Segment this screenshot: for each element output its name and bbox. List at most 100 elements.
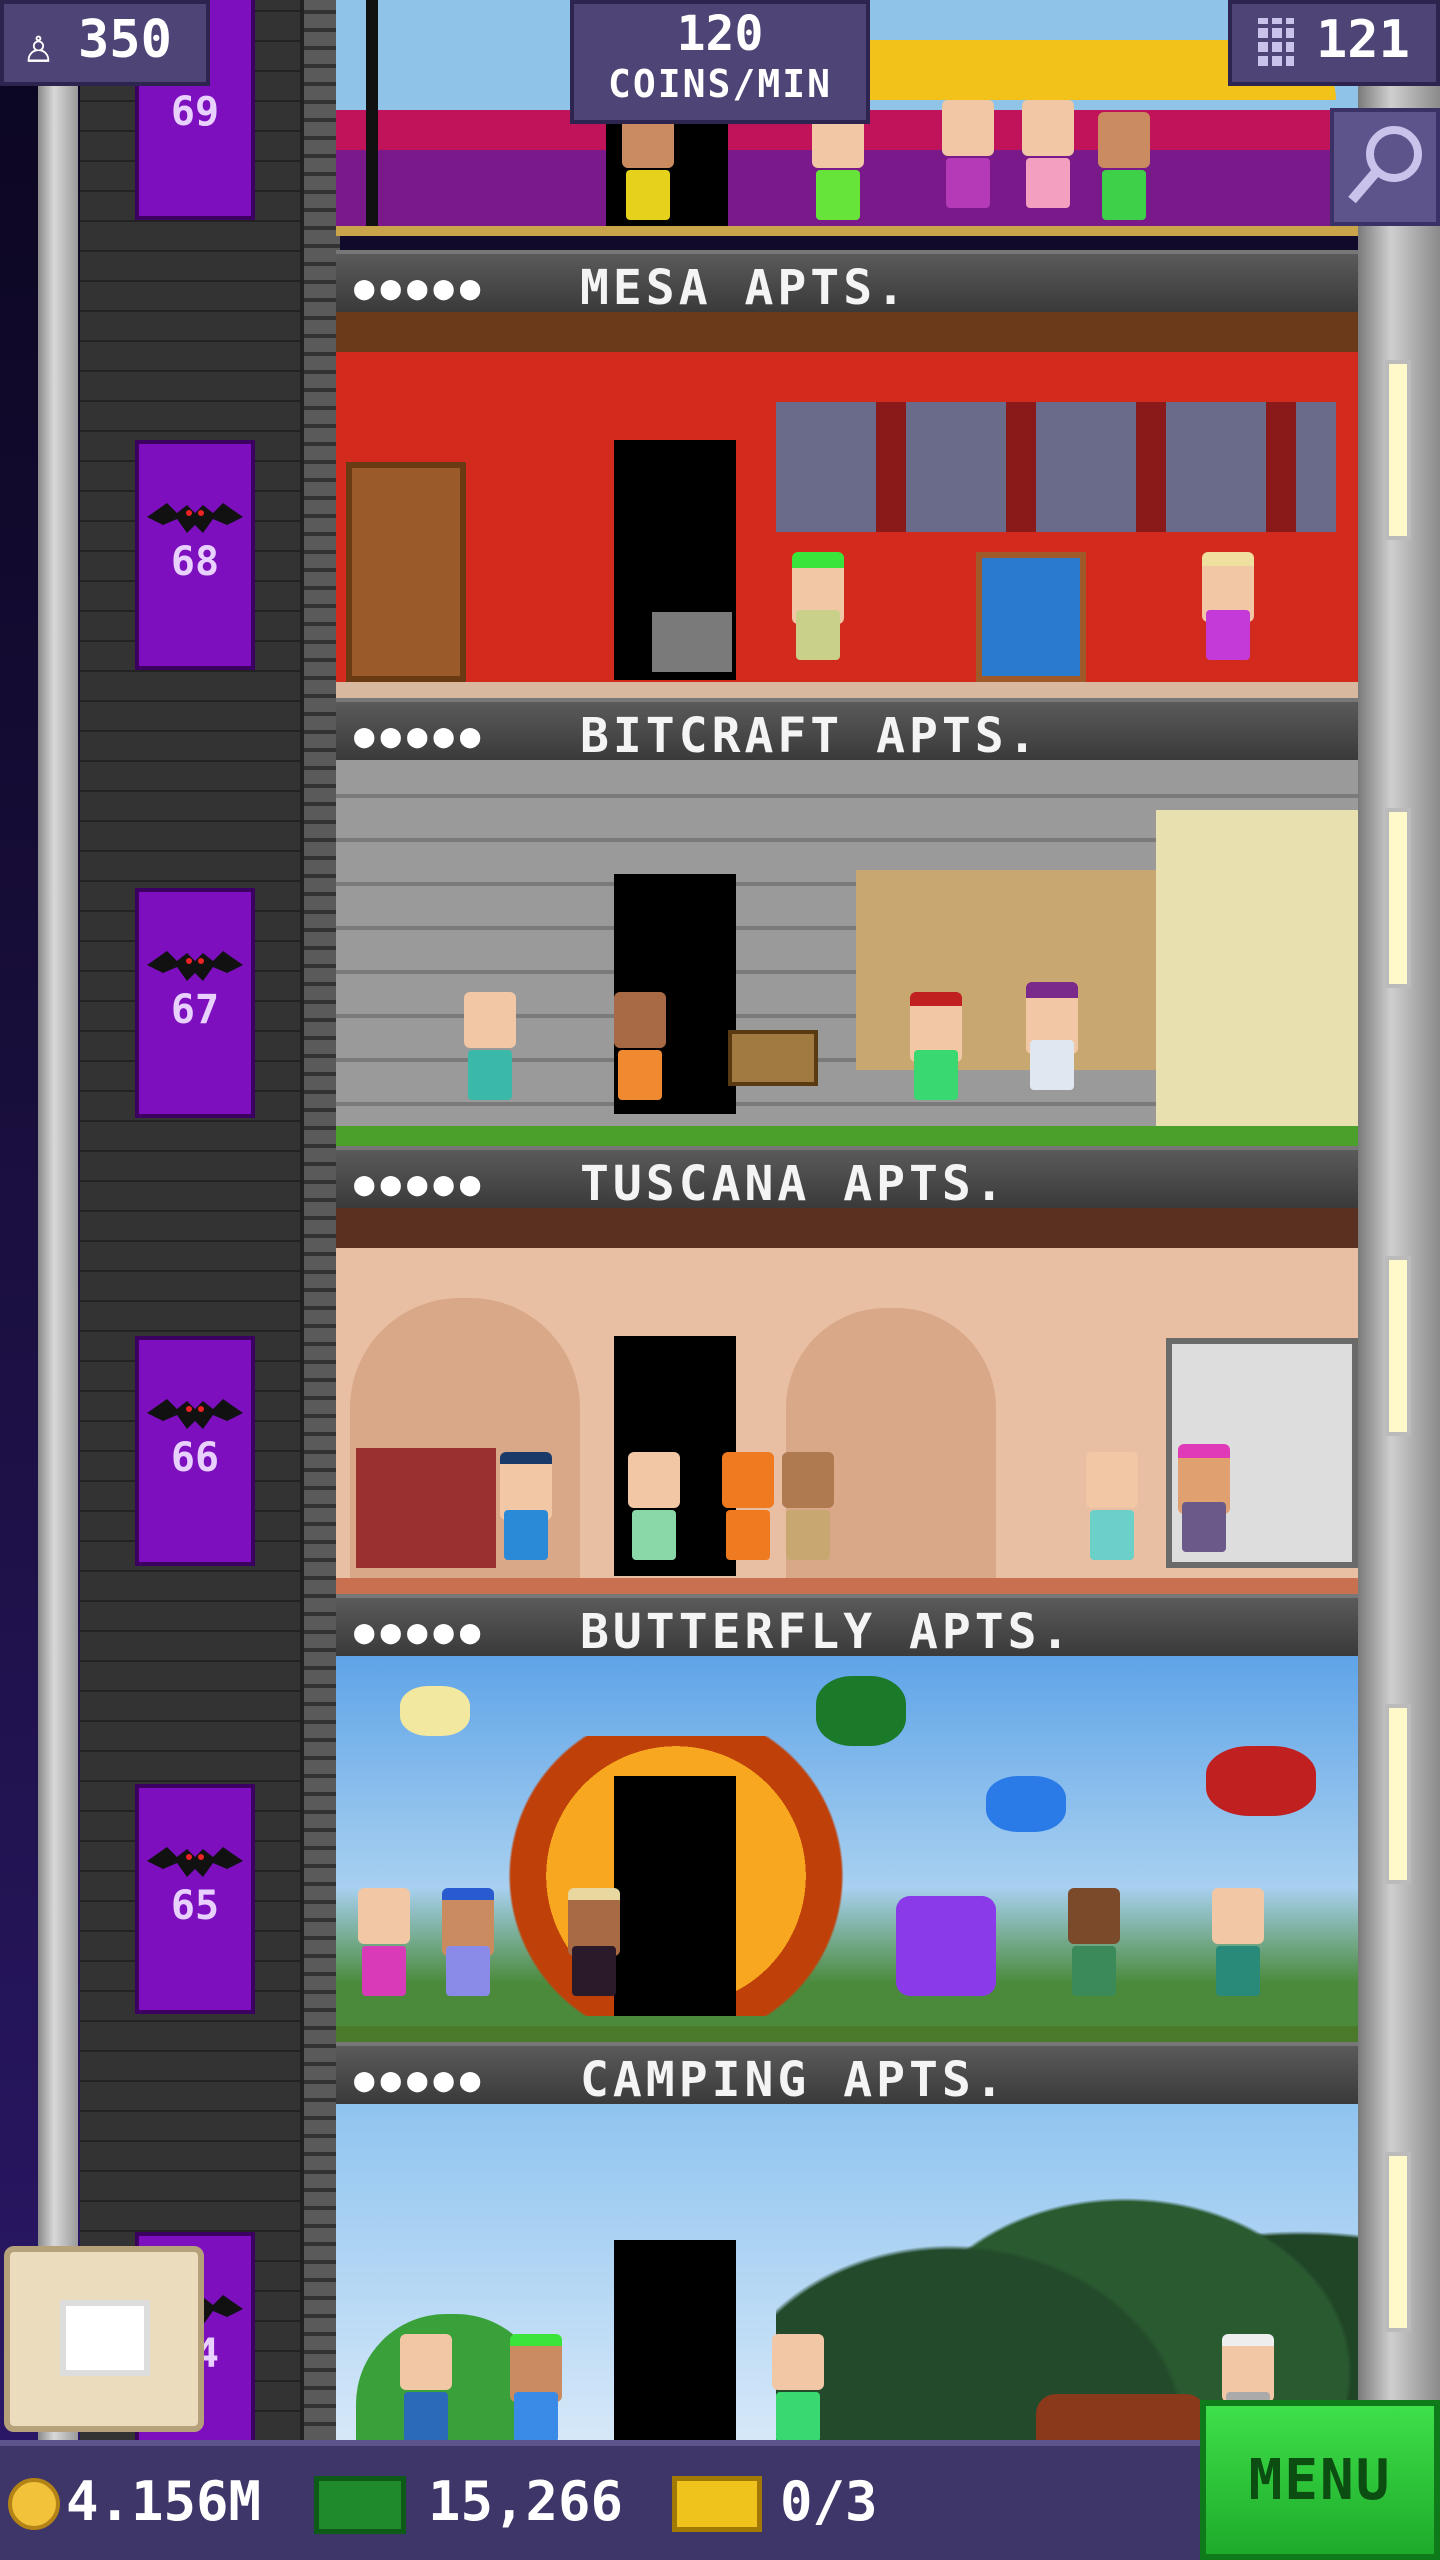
floor-trim bbox=[336, 226, 1358, 236]
wall-light bbox=[1385, 1256, 1411, 1436]
floor-bitcraft[interactable] bbox=[336, 760, 1358, 1146]
resident[interactable] bbox=[608, 992, 672, 1116]
butterfly-icon bbox=[1206, 1746, 1316, 1816]
grass-floor bbox=[336, 1126, 1358, 1146]
resident[interactable] bbox=[806, 112, 870, 236]
elevator-floor-number: 66 bbox=[170, 1435, 220, 1481]
tickets-counter[interactable]: 0/3 bbox=[780, 2470, 878, 2533]
floor-door[interactable] bbox=[614, 1776, 736, 2016]
resident[interactable] bbox=[1020, 982, 1084, 1106]
resident[interactable] bbox=[1062, 1888, 1126, 2012]
floor-trim bbox=[336, 2026, 1358, 2042]
elevator-shaft[interactable] bbox=[80, 0, 305, 2440]
floor-door[interactable] bbox=[614, 2240, 736, 2440]
floor-camping[interactable] bbox=[336, 2104, 1358, 2440]
person-icon: ♙ bbox=[24, 18, 53, 74]
cat bbox=[652, 612, 732, 672]
population-value: 350 bbox=[78, 10, 172, 70]
population-counter[interactable]: ♙ 350 bbox=[0, 0, 210, 86]
resident[interactable] bbox=[776, 1452, 840, 1576]
resident[interactable] bbox=[1080, 1452, 1144, 1576]
coins-rate-value: 120 bbox=[676, 6, 764, 62]
resident[interactable] bbox=[716, 1452, 780, 1576]
crate-icon bbox=[60, 2300, 150, 2376]
windows bbox=[776, 402, 1336, 532]
bux-icon bbox=[314, 2476, 406, 2534]
resident[interactable] bbox=[1172, 1444, 1236, 1568]
floor-name: TUSCANA APTS. bbox=[580, 1156, 1008, 1212]
left-rail bbox=[38, 0, 78, 2440]
floor-label-mesa[interactable]: ●●●●● MESA APTS. bbox=[336, 250, 1358, 316]
residents-count-icons: ●●●●● bbox=[354, 716, 487, 756]
floor-count-counter[interactable]: 121 bbox=[1228, 0, 1440, 86]
bookshelf bbox=[346, 462, 466, 682]
search-floor-button[interactable] bbox=[1330, 108, 1440, 226]
wooden-wall bbox=[856, 870, 1156, 1070]
floor-label-tuscana[interactable]: ●●●●● TUSCANA APTS. bbox=[336, 1146, 1358, 1212]
canoe bbox=[1036, 2394, 1206, 2440]
resident[interactable] bbox=[622, 1452, 686, 1576]
elevator-car-66[interactable]: 66 bbox=[135, 1336, 255, 1566]
bat-icon bbox=[147, 503, 243, 533]
wall-light bbox=[1385, 1704, 1411, 1884]
coins-per-minute-panel[interactable]: 120 COINS/MIN bbox=[570, 0, 870, 124]
wall-light bbox=[1385, 2152, 1411, 2332]
sofa bbox=[356, 1448, 496, 1568]
floor-name: BITCRAFT APTS. bbox=[580, 708, 1041, 764]
floor-label-camping[interactable]: ●●●●● CAMPING APTS. bbox=[336, 2042, 1358, 2108]
resident[interactable] bbox=[1206, 1888, 1270, 2012]
floor-trim bbox=[336, 682, 1358, 698]
elevator-floor-number: 69 bbox=[170, 89, 220, 135]
resident[interactable] bbox=[436, 1888, 500, 2012]
sand-blocks bbox=[1156, 810, 1358, 1130]
resident[interactable] bbox=[1196, 552, 1260, 676]
elevator-car-67[interactable]: 67 bbox=[135, 888, 255, 1118]
floor-name: BUTTERFLY APTS. bbox=[580, 1604, 1074, 1660]
bat-icon bbox=[147, 1847, 243, 1877]
resident[interactable] bbox=[494, 1452, 558, 1576]
ceiling-beam bbox=[336, 312, 1358, 352]
armchair bbox=[976, 552, 1086, 682]
resident[interactable] bbox=[352, 1888, 416, 2012]
resident[interactable] bbox=[458, 992, 522, 1116]
purple-chair bbox=[896, 1896, 996, 1996]
resident[interactable] bbox=[766, 2334, 830, 2440]
coins-balance[interactable]: 4.156M bbox=[66, 2470, 261, 2533]
floor-trim bbox=[336, 1578, 1358, 1594]
floor-butterfly[interactable] bbox=[336, 1656, 1358, 2042]
residents-count-icons: ●●●●● bbox=[354, 268, 487, 308]
wall-light bbox=[1385, 808, 1411, 988]
bux-balance[interactable]: 15,266 bbox=[428, 2470, 623, 2533]
floor-mesa[interactable] bbox=[336, 312, 1358, 698]
ticket-icon bbox=[672, 2476, 762, 2532]
residents-count-icons: ●●●●● bbox=[354, 1164, 487, 1204]
floor-name: CAMPING APTS. bbox=[580, 2052, 1008, 2108]
floor-count-value: 121 bbox=[1316, 10, 1410, 70]
inventory-crate-button[interactable] bbox=[4, 2246, 204, 2432]
floor-name: MESA APTS. bbox=[580, 260, 909, 316]
resident[interactable] bbox=[616, 112, 680, 236]
floor-label-bitcraft[interactable]: ●●●●● BITCRAFT APTS. bbox=[336, 698, 1358, 764]
resident[interactable] bbox=[562, 1888, 626, 2012]
floor-tuscana[interactable] bbox=[336, 1208, 1358, 1594]
resident[interactable] bbox=[936, 100, 1000, 224]
resident[interactable] bbox=[1016, 100, 1080, 224]
resident[interactable] bbox=[786, 552, 850, 676]
resident[interactable] bbox=[504, 2334, 568, 2440]
residents-count-icons: ●●●●● bbox=[354, 2060, 487, 2100]
magnifier-icon bbox=[1348, 126, 1422, 204]
elevator-car-65[interactable]: 65 bbox=[135, 1784, 255, 2014]
menu-button[interactable]: MENU bbox=[1200, 2400, 1440, 2560]
building-icon bbox=[1254, 18, 1294, 70]
resident[interactable] bbox=[394, 2334, 458, 2440]
residents-count-icons: ●●●●● bbox=[354, 1612, 487, 1652]
elevator-floor-number: 67 bbox=[170, 987, 220, 1033]
elevator-car-68[interactable]: 68 bbox=[135, 440, 255, 670]
butterfly-icon bbox=[816, 1676, 906, 1746]
resident[interactable] bbox=[1092, 112, 1156, 236]
sign bbox=[728, 1030, 818, 1086]
butterfly-icon bbox=[986, 1776, 1066, 1832]
resident[interactable] bbox=[904, 992, 968, 1116]
bat-icon bbox=[147, 1399, 243, 1429]
floor-label-butterfly[interactable]: ●●●●● BUTTERFLY APTS. bbox=[336, 1594, 1358, 1660]
